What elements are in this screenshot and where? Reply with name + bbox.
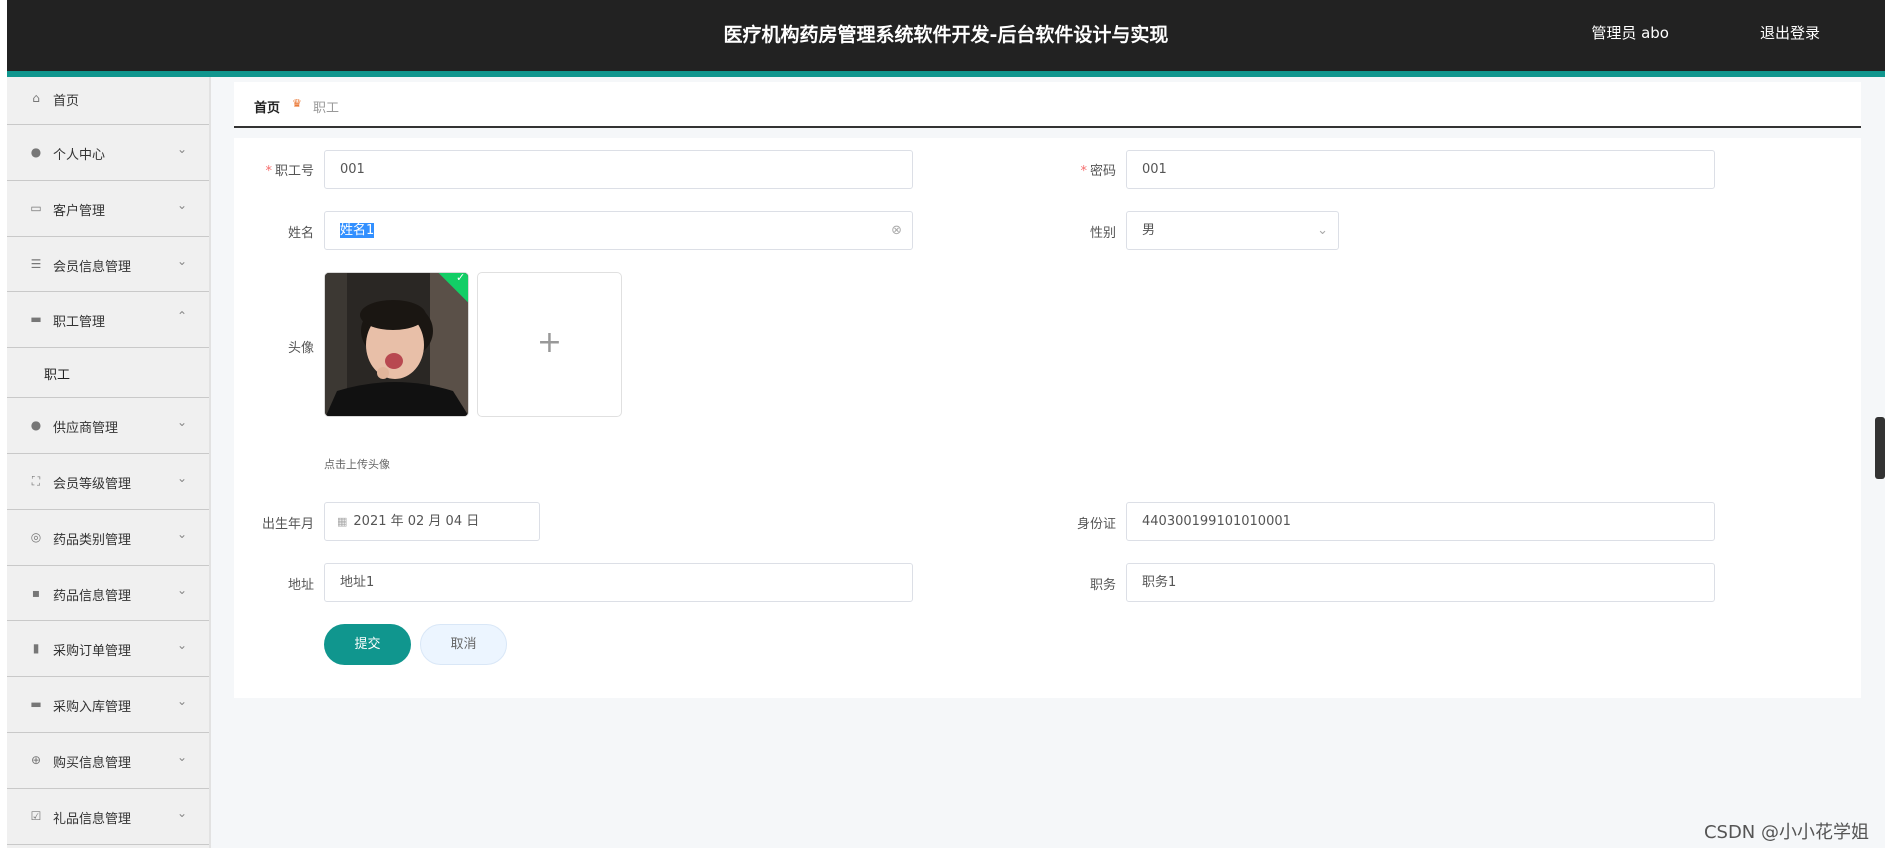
chevron-down-icon: ⌄ <box>176 805 187 820</box>
sidebar-item-purchase-info[interactable]: ⊕ 购买信息管理 ⌄ <box>7 733 209 789</box>
globe-icon: ⊕ <box>30 752 42 767</box>
birth-date-picker[interactable]: ▦ 2021 年 02 月 04 日 <box>324 502 540 541</box>
user-icon: ● <box>30 418 42 433</box>
sidebar-item-label: 药品类别管理 <box>53 532 132 548</box>
sidebar-item-gifts[interactable]: ☑ 礼品信息管理 ⌄ <box>7 789 209 845</box>
position-input[interactable]: 职务1 <box>1126 563 1715 602</box>
plus-icon: + <box>536 325 563 360</box>
avatar[interactable]: ✓ <box>324 272 469 417</box>
avatar-image <box>325 273 468 416</box>
chevron-down-icon: ⌄ <box>176 638 187 653</box>
sidebar-subitem-label: 职工 <box>44 368 71 384</box>
clipboard-icon: ▮ <box>32 641 40 656</box>
chevron-down-icon: ⌄ <box>176 142 187 156</box>
sidebar-item-label: 会员信息管理 <box>53 259 132 275</box>
address-input[interactable]: 地址1 <box>324 563 913 602</box>
breadcrumb: 首页 ♛ 职工 <box>234 82 1861 128</box>
sidebar-subitem-staff[interactable]: 职工 <box>7 348 209 399</box>
avatar-label: 头像 <box>287 341 314 356</box>
sidebar-item-staff[interactable]: ▬ 职工管理 ⌃ <box>7 292 209 349</box>
submit-button[interactable]: 提交 <box>324 624 411 665</box>
sidebar-item-label: 药品信息管理 <box>53 588 132 604</box>
sidebar-item-suppliers[interactable]: ● 供应商管理 ⌄ <box>7 398 209 454</box>
cancel-button[interactable]: 取消 <box>420 624 507 665</box>
gender-select-value: 男 <box>1142 223 1156 238</box>
sidebar-item-label: 个人中心 <box>53 148 106 163</box>
chevron-up-icon: ⌃ <box>176 309 187 324</box>
password-input[interactable]: 001 <box>1126 150 1715 189</box>
home-icon: ⌂ <box>32 91 40 105</box>
sidebar: ⌂ 首页 ● 个人中心 ⌄ ▭ 客户管理 ⌄ ☰ 会员信息管理 ⌄ ▬ 职工管理… <box>7 77 211 848</box>
avatar-upload-tip: 点击上传头像 <box>324 458 390 471</box>
chevron-down-icon: ⌄ <box>176 470 187 485</box>
clear-icon[interactable]: ⊗ <box>891 212 902 249</box>
chevron-down-icon: ⌄ <box>176 694 187 709</box>
sidebar-item-profile[interactable]: ● 个人中心 ⌄ <box>7 125 209 181</box>
scrollbar-thumb[interactable] <box>1875 417 1885 479</box>
chevron-down-icon: ⌄ <box>176 415 187 430</box>
sidebar-item-label: 礼品信息管理 <box>53 811 132 827</box>
check-icon: ✓ <box>456 272 466 284</box>
staff-form: * 职工号 001 * 密码 001 姓名 姓名1 ⊗ 性别 男 ⌄ 头像 ✓ + … <box>234 138 1861 698</box>
sidebar-item-home[interactable]: ⌂ 首页 <box>7 77 209 125</box>
message-icon: ▪ <box>31 585 41 600</box>
left-edge <box>0 0 7 848</box>
watermark: CSDN @小小花学姐 <box>1703 822 1869 843</box>
box-icon: ▬ <box>30 697 42 712</box>
employee-no-input[interactable]: 001 <box>324 150 913 189</box>
top-navbar: 医疗机构药房管理系统软件开发-后台软件设计与实现 管理员 abo 退出登录 <box>7 0 1885 71</box>
checklist-icon: ☑ <box>30 808 42 823</box>
breadcrumb-current: 职工 <box>313 101 340 116</box>
password-label: * 密码 <box>1080 164 1116 179</box>
employee-no-label: * 职工号 <box>265 164 314 179</box>
sidebar-item-customers[interactable]: ▭ 客户管理 ⌄ <box>7 181 209 237</box>
fullscreen-icon: ⛶ <box>31 473 41 488</box>
birth-date-value: 2021 年 02 月 04 日 <box>353 514 480 529</box>
user-icon: ● <box>30 145 42 159</box>
sidebar-item-label: 供应商管理 <box>53 421 119 437</box>
gender-select[interactable]: 男 ⌄ <box>1126 211 1339 250</box>
sidebar-item-drug-info[interactable]: ▪ 药品信息管理 ⌄ <box>7 566 209 622</box>
name-input-value: 姓名1 <box>340 223 375 238</box>
id-card-label: 身份证 <box>1076 517 1116 532</box>
name-label: 姓名 <box>287 226 314 241</box>
sidebar-item-label: 职工管理 <box>53 315 106 331</box>
chat-icon: ▭ <box>30 200 42 215</box>
sidebar-item-label: 首页 <box>53 94 80 109</box>
sidebar-item-purchase-stock[interactable]: ▬ 采购入库管理 ⌄ <box>7 677 209 733</box>
sidebar-item-purchase-orders[interactable]: ▮ 采购订单管理 ⌄ <box>7 621 209 678</box>
chevron-down-icon: ⌄ <box>1317 223 1328 238</box>
logout-link[interactable]: 退出登录 <box>1760 22 1820 43</box>
briefcase-icon: ▬ <box>30 312 42 327</box>
chevron-down-icon: ⌄ <box>176 749 187 764</box>
chevron-down-icon: ⌄ <box>176 253 187 268</box>
sidebar-item-drug-categories[interactable]: ◎ 药品类别管理 ⌄ <box>7 510 209 566</box>
chevron-down-icon: ⌄ <box>176 582 187 597</box>
address-label: 地址 <box>287 578 314 593</box>
sidebar-item-members[interactable]: ☰ 会员信息管理 ⌄ <box>7 237 209 293</box>
sidebar-item-label: 会员等级管理 <box>53 476 132 492</box>
name-input[interactable]: 姓名1 ⊗ <box>324 211 913 250</box>
sidebar-item-label: 采购订单管理 <box>53 644 132 660</box>
avatar-upload-button[interactable]: + <box>477 272 622 417</box>
calendar-icon: ▦ <box>337 515 348 528</box>
sidebar-item-label: 采购入库管理 <box>53 700 132 716</box>
chevron-down-icon: ⌄ <box>176 526 187 541</box>
birth-label: 出生年月 <box>261 517 314 532</box>
gender-label: 性别 <box>1089 226 1116 241</box>
list-icon: ☰ <box>30 256 42 271</box>
compass-icon: ◎ <box>30 529 42 544</box>
user-info: 管理员 abo <box>1591 24 1669 42</box>
topbar-accent-line <box>7 71 1885 77</box>
sidebar-item-member-levels[interactable]: ⛶ 会员等级管理 ⌄ <box>7 454 209 510</box>
breadcrumb-home[interactable]: 首页 <box>254 97 280 116</box>
chevron-down-icon: ⌄ <box>176 197 187 212</box>
id-card-input[interactable]: 440300199101010001 <box>1126 502 1715 541</box>
sidebar-item-label: 购买信息管理 <box>53 755 132 771</box>
sidebar-item-label: 客户管理 <box>53 203 106 219</box>
breadcrumb-separator-icon: ♛ <box>292 97 302 110</box>
position-label: 职务 <box>1089 578 1116 593</box>
